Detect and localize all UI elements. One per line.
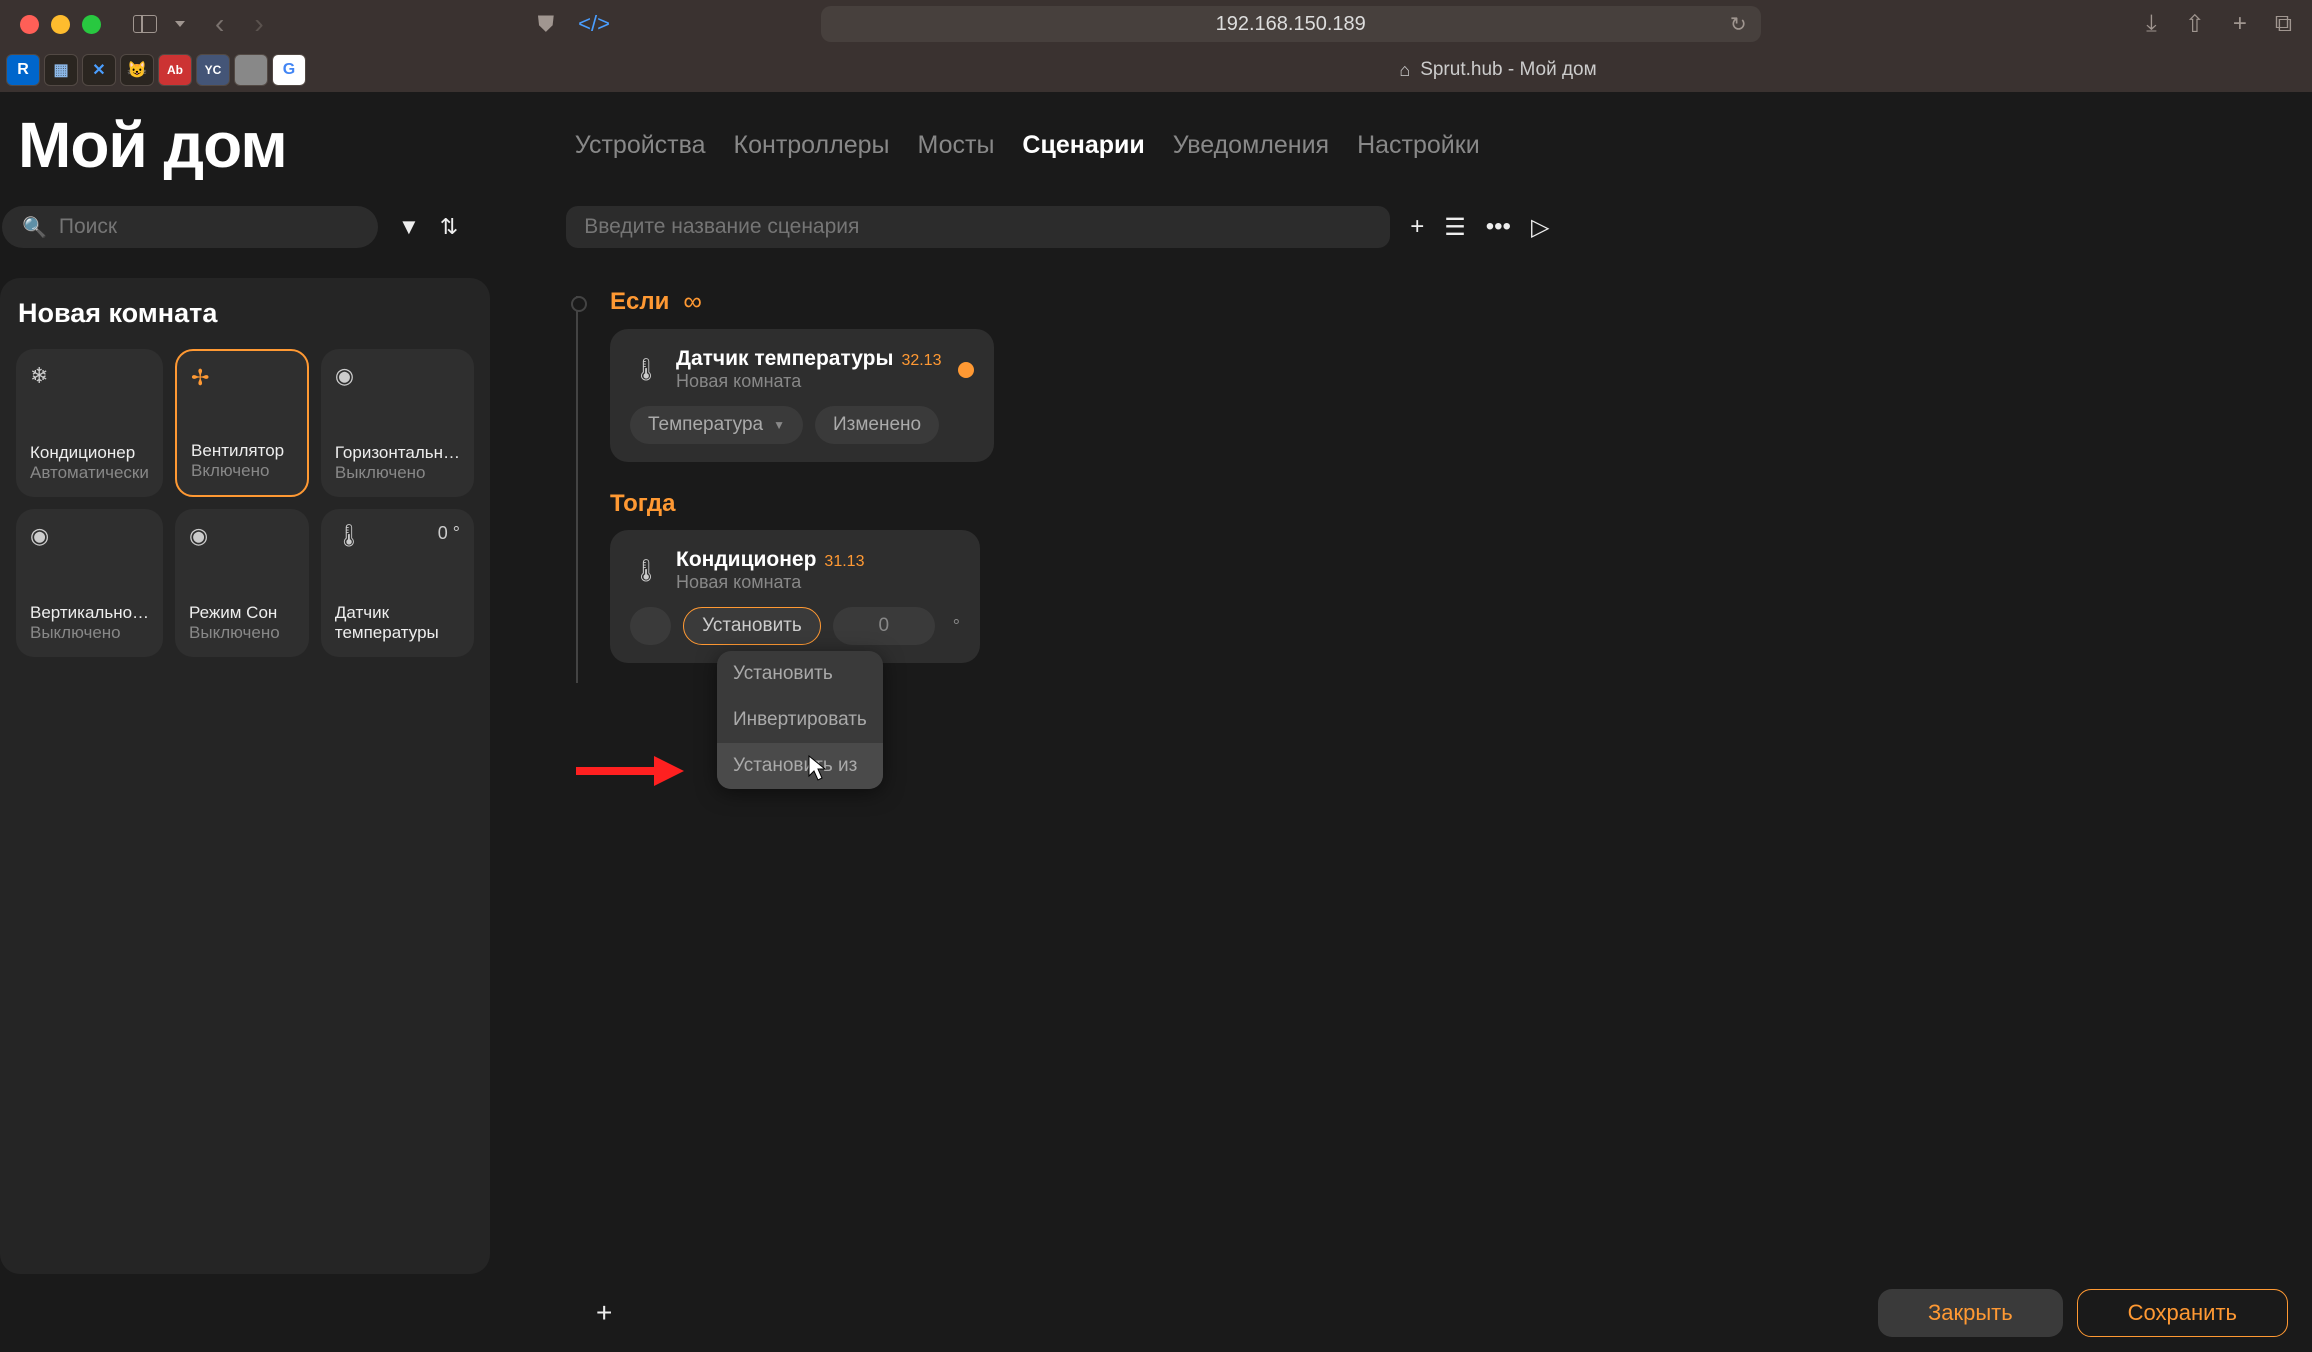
app-header: Мой дом Устройства Контроллеры Мосты Сце…	[0, 92, 2312, 186]
infinity-icon[interactable]: ∞	[683, 286, 702, 317]
search-box[interactable]: 🔍	[2, 206, 378, 248]
dropdown-option-invert[interactable]: Инвертировать	[717, 697, 883, 743]
if-card-value: 32.13	[901, 352, 941, 370]
search-input[interactable]	[59, 215, 358, 239]
target-value-input[interactable]	[833, 607, 935, 645]
minimize-window-button[interactable]	[51, 15, 70, 34]
device-grid: ❄ Кондиционер Автоматически ✢ Вентилятор…	[16, 349, 474, 657]
nav-tab-bridges[interactable]: Мосты	[917, 131, 994, 160]
status-dot	[958, 362, 974, 378]
refresh-icon[interactable]: ↻	[1730, 12, 1747, 37]
action-dropdown: Установить Инвертировать Установить из	[717, 651, 883, 789]
close-button[interactable]: Закрыть	[1878, 1289, 2063, 1337]
nav-tabs: Устройства Контроллеры Мосты Сценарии Ув…	[575, 131, 1480, 160]
room-title: Новая комната	[16, 298, 474, 329]
favicon-github[interactable]: 😺	[120, 54, 154, 86]
nav-tab-settings[interactable]: Настройки	[1357, 131, 1480, 160]
then-card-value: 31.13	[824, 553, 864, 571]
favicon-google[interactable]: G	[272, 54, 306, 86]
list-icon[interactable]: ☰	[1444, 213, 1466, 242]
toggle-icon: ◉	[30, 523, 149, 549]
if-card-title: Датчик температуры	[676, 347, 893, 371]
play-icon[interactable]: ▷	[1531, 213, 1549, 242]
then-card-title: Кондиционер	[676, 548, 816, 572]
dropdown-option-set[interactable]: Установить	[717, 651, 883, 697]
condition-selector[interactable]: Изменено	[815, 406, 939, 444]
app-toolbar: 🔍 ▼ ⇅ + ☰ ••• ▷	[0, 186, 2312, 258]
device-tile-sleep[interactable]: ◉ Режим Сон Выключено	[175, 509, 309, 657]
url-text: 192.168.150.189	[1216, 13, 1366, 36]
scenario-name-input[interactable]	[566, 206, 1390, 248]
toggle-icon: ◉	[189, 523, 295, 549]
page-title-tab: ⌂ Sprut.hub - Мой дом	[690, 59, 2306, 81]
download-icon[interactable]: ⤓	[2146, 10, 2157, 39]
close-window-button[interactable]	[20, 15, 39, 34]
nav-tab-devices[interactable]: Устройства	[575, 131, 706, 160]
tabs-icon[interactable]: ⧉	[2275, 10, 2292, 39]
if-label: Если	[610, 288, 669, 316]
chevron-down-icon: ▼	[773, 418, 785, 432]
favicon-grid[interactable]: ▦	[44, 54, 78, 86]
parameter-selector[interactable]: Температура ▼	[630, 406, 803, 444]
sidebar-toggle-icon[interactable]	[133, 15, 157, 33]
nav-tab-notifications[interactable]: Уведомления	[1173, 131, 1329, 160]
device-temp-value: 0 °	[438, 523, 460, 544]
maximize-window-button[interactable]	[82, 15, 101, 34]
favicon-gray[interactable]	[234, 54, 268, 86]
if-section-header: Если ∞	[610, 286, 2312, 317]
if-card[interactable]: 🌡 Датчик температуры 32.13 Новая комната	[610, 329, 994, 462]
home-icon: ⌂	[1399, 60, 1410, 81]
more-icon[interactable]: •••	[1486, 213, 1511, 241]
app-title: Мой дом	[18, 108, 287, 182]
unit-label: °	[953, 616, 960, 637]
back-button[interactable]: ‹	[215, 8, 224, 40]
device-tile-ac[interactable]: ❄ Кондиционер Автоматически	[16, 349, 163, 497]
share-icon[interactable]: ⇧	[2185, 10, 2205, 39]
main-content: Новая комната ❄ Кондиционер Автоматическ…	[0, 258, 2312, 1274]
fan-icon: ✢	[191, 365, 293, 391]
sort-icon[interactable]: ⇅	[440, 214, 458, 240]
device-tile-vertical[interactable]: ◉ Вертикально… Выключено	[16, 509, 163, 657]
device-tile-fan[interactable]: ✢ Вентилятор Включено	[175, 349, 309, 497]
device-tile-horizontal[interactable]: ◉ Горизонтальн… Выключено	[321, 349, 474, 497]
nav-tab-scenarios[interactable]: Сценарии	[1022, 131, 1144, 160]
device-tile-temp-sensor[interactable]: 🌡 0 ° Датчик температуры	[321, 509, 474, 657]
action-selector[interactable]: Установить	[683, 607, 821, 645]
if-card-room: Новая комната	[676, 371, 944, 392]
favicon-m[interactable]: ✕	[82, 54, 116, 86]
then-label: Тогда	[610, 490, 675, 518]
save-button[interactable]: Сохранить	[2077, 1289, 2288, 1337]
add-icon[interactable]: +	[596, 1297, 612, 1329]
tab-bar: R ▦ ✕ 😺 Ab YC G ⌂ Sprut.hub - Мой дом	[0, 48, 2312, 92]
browser-chrome: ‹ › ⛊ </> 192.168.150.189 ↻ ⤓ ⇧ + ⧉	[0, 0, 2312, 48]
shield-icon[interactable]: ⛊	[538, 11, 555, 37]
thermometer-icon: 🌡	[630, 555, 662, 587]
favicon-yc[interactable]: YC	[196, 54, 230, 86]
nav-tab-controllers[interactable]: Контроллеры	[734, 131, 890, 160]
app-body: Мой дом Устройства Контроллеры Мосты Сце…	[0, 92, 2312, 1352]
snowflake-icon: ❄	[30, 363, 149, 389]
forward-button[interactable]: ›	[254, 8, 263, 40]
dropdown-option-set-from[interactable]: Установить из	[717, 743, 883, 789]
new-tab-icon[interactable]: +	[2233, 10, 2247, 39]
search-icon: 🔍	[22, 215, 47, 240]
add-button[interactable]: +	[1410, 213, 1424, 241]
toggle-icon: ◉	[335, 363, 460, 389]
scenario-connector-line	[576, 296, 578, 683]
then-card-room: Новая комната	[676, 572, 960, 593]
thermometer-icon: 🌡	[630, 354, 662, 386]
filter-icon[interactable]: ▼	[398, 214, 420, 240]
chevron-down-icon[interactable]	[175, 21, 185, 27]
code-icon[interactable]: </>	[578, 11, 610, 37]
favicon-r[interactable]: R	[6, 54, 40, 86]
app-footer: + Закрыть Сохранить	[0, 1274, 2312, 1352]
then-section-header: Тогда	[610, 490, 2312, 518]
url-bar[interactable]: 192.168.150.189 ↻	[821, 6, 1761, 42]
toggle-pill[interactable]	[630, 607, 671, 645]
then-card[interactable]: 🌡 Кондиционер 31.13 Новая комната У	[610, 530, 980, 663]
favicon-red[interactable]: Ab	[158, 54, 192, 86]
room-panel: Новая комната ❄ Кондиционер Автоматическ…	[0, 278, 490, 1274]
traffic-lights	[20, 15, 101, 34]
scenario-block: Если ∞ 🌡 Датчик температуры 32.13 Новая …	[570, 286, 2312, 663]
